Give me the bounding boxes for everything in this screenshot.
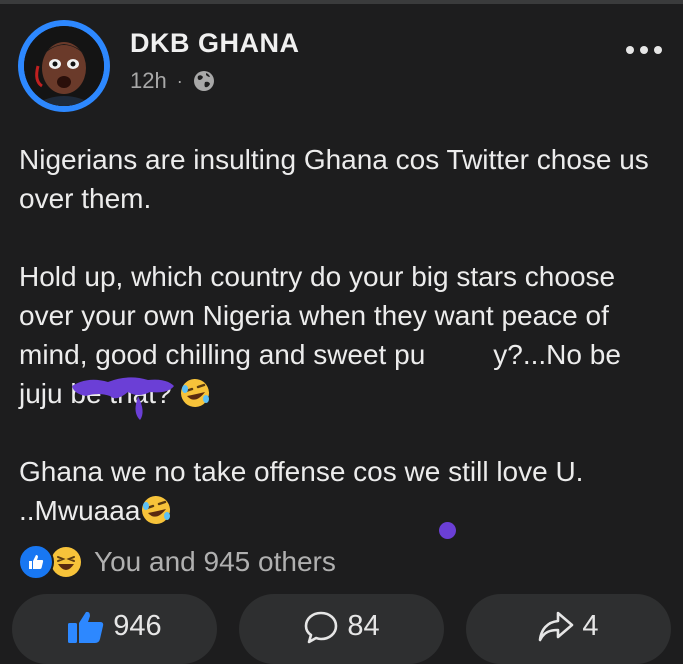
rofl-emoji-icon: [179, 377, 211, 409]
comment-icon: [303, 610, 339, 652]
comment-button[interactable]: 84: [239, 594, 444, 664]
post-paragraph-3-line-2: ..Mwuaaa: [19, 495, 141, 526]
reactions-summary-text[interactable]: You and 945 others: [94, 546, 336, 578]
reaction-summary[interactable]: You and 945 others: [18, 544, 336, 580]
share-count: 4: [582, 610, 599, 642]
post-paragraph-3: Ghana we no take offense cos we still lo…: [19, 452, 669, 530]
rofl-emoji-icon: [140, 494, 172, 526]
post-paragraph-1: Nigerians are insulting Ghana cos Twitte…: [19, 144, 649, 214]
thumbs-up-icon: [67, 610, 105, 652]
post-header: DKB GHANA 12h ·: [18, 20, 668, 115]
post-meta: 12h ·: [130, 68, 215, 94]
meta-separator: ·: [176, 70, 183, 91]
avatar[interactable]: [18, 20, 110, 112]
avatar-image: [24, 26, 104, 106]
post-paragraph-3-line-1: Ghana we no take offense cos we still lo…: [19, 456, 584, 487]
top-divider: [0, 0, 683, 4]
post-time[interactable]: 12h: [130, 68, 167, 94]
comment-count: 84: [347, 610, 380, 642]
stray-mark: [439, 522, 456, 539]
like-icon: [18, 544, 54, 580]
share-icon: [538, 610, 574, 652]
more-options-icon[interactable]: [626, 44, 662, 56]
post-body: Nigerians are insulting Ghana cos Twitte…: [19, 140, 669, 569]
redaction-scribble: [72, 377, 174, 420]
like-count: 946: [113, 610, 162, 642]
share-button[interactable]: 4: [466, 594, 671, 664]
like-button[interactable]: 946: [12, 594, 217, 664]
author-name[interactable]: DKB GHANA: [130, 28, 300, 59]
globe-icon: [193, 70, 215, 92]
action-bar: 946 84 4: [0, 594, 683, 664]
